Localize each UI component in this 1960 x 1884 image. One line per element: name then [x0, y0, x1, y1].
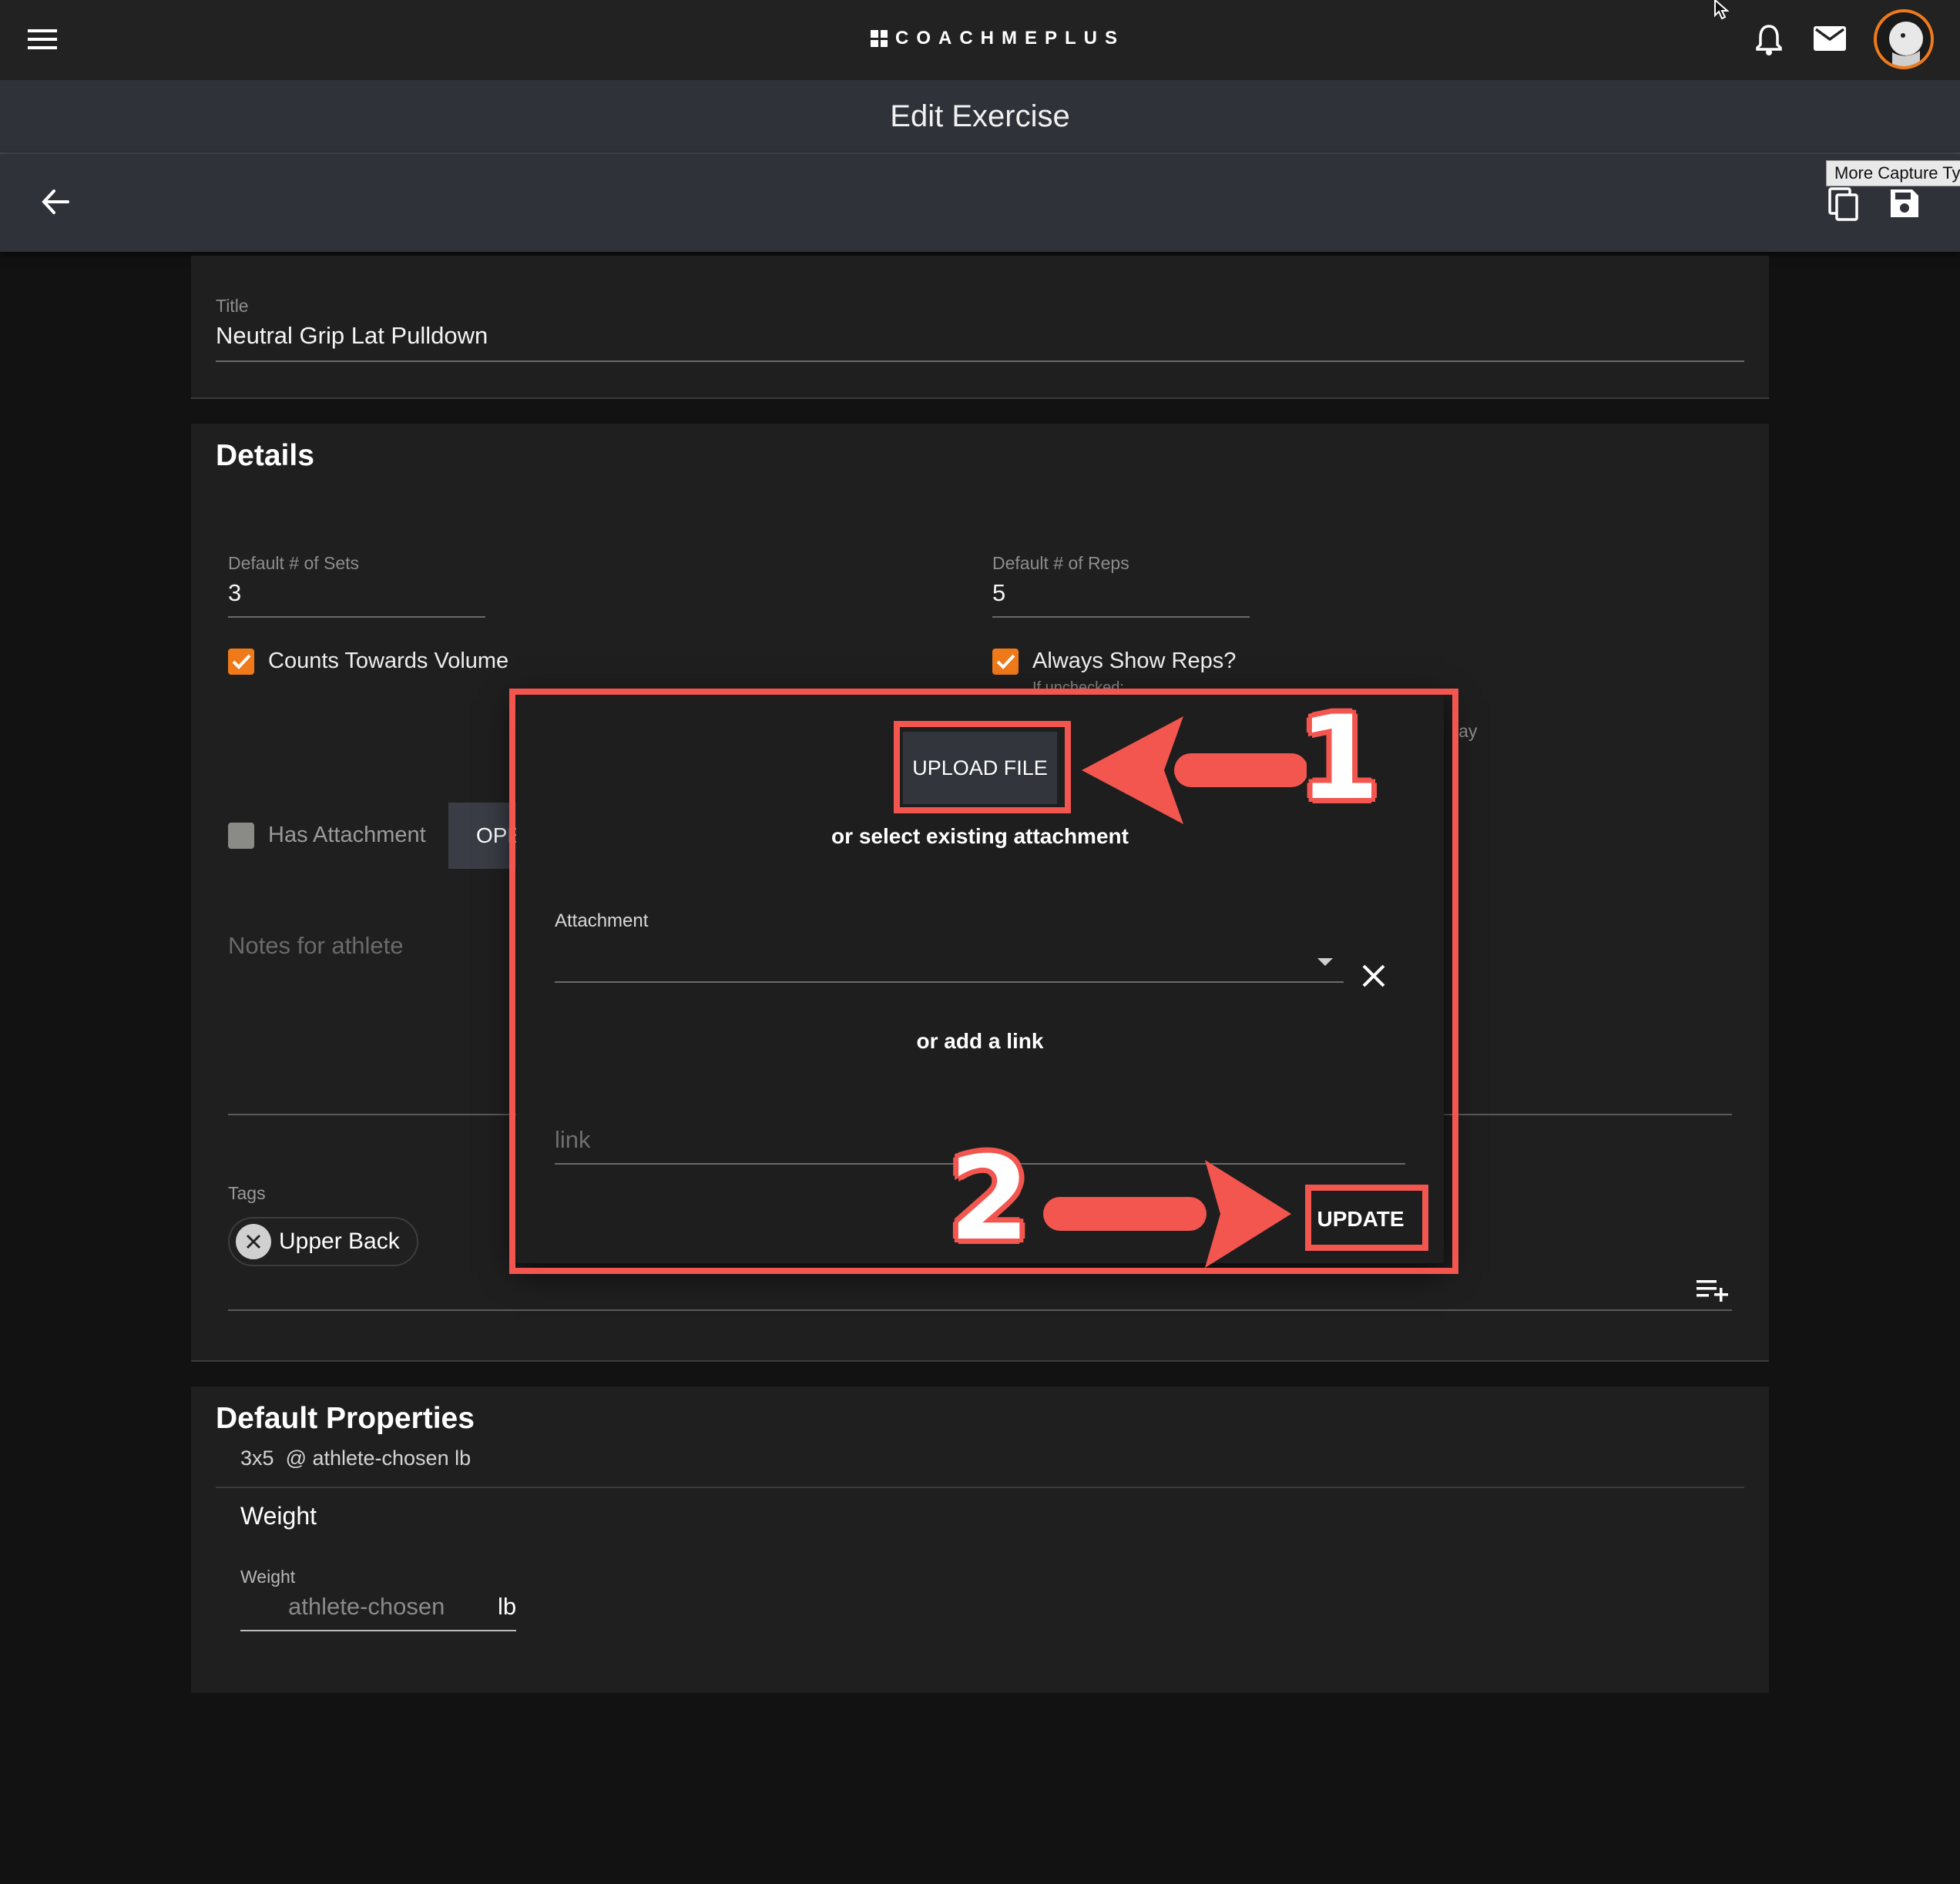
reps-input[interactable]: 5 [992, 579, 1250, 618]
title-input[interactable]: Neutral Grip Lat Pulldown [216, 322, 1744, 362]
title-label: Title [216, 296, 249, 316]
check-icon [232, 654, 251, 669]
summary-sets: 3x5 [240, 1447, 274, 1470]
always-show-reps-label: Always Show Reps? [1032, 649, 1237, 673]
copy-icon[interactable] [1827, 186, 1858, 226]
counts-volume-label: Counts Towards Volume [268, 649, 509, 673]
sets-label: Default # of Sets [228, 553, 360, 573]
default-properties-heading: Default Properties [216, 1402, 475, 1435]
app-bar: COACHMEPLUS [0, 0, 1960, 80]
default-properties-card: Default Properties 3x5 @ athlete-chosen … [191, 1386, 1769, 1693]
app-logo: COACHMEPLUS [871, 28, 1125, 49]
weight-input[interactable]: athlete-chosen lb [240, 1593, 516, 1631]
logo-mark-icon [871, 30, 888, 47]
mouse-cursor-icon [1712, 0, 1735, 24]
has-attachment-checkbox[interactable] [228, 823, 254, 849]
mail-icon[interactable] [1814, 26, 1846, 55]
annotation-arrow-2-icon [1043, 1160, 1291, 1268]
reps-label: Default # of Reps [992, 553, 1129, 573]
properties-summary: 3x5 @ athlete-chosen lb [240, 1447, 471, 1470]
properties-divider [216, 1487, 1744, 1488]
annotation-step-1: 1 [1299, 692, 1380, 826]
page-title: Edit Exercise [890, 99, 1070, 133]
avatar[interactable] [1874, 9, 1934, 69]
sets-input[interactable]: 3 [228, 579, 485, 618]
has-attachment-label: Has Attachment [268, 823, 426, 847]
tags-underline [228, 1309, 1732, 1311]
summary-weight: @ athlete-chosen lb [285, 1447, 472, 1470]
back-arrow-icon[interactable] [42, 188, 69, 220]
check-icon [996, 654, 1015, 669]
counts-volume-checkbox[interactable] [228, 649, 254, 675]
remove-tag-icon[interactable] [236, 1224, 271, 1259]
divider [191, 1360, 1769, 1362]
annotation-arrow-1-icon [1082, 716, 1307, 824]
toolbar [0, 154, 1960, 252]
weight-value: athlete-chosen [288, 1593, 445, 1620]
tags-label: Tags [228, 1183, 266, 1203]
always-show-reps-checkbox[interactable] [992, 649, 1019, 675]
annotation-step-2: 2 [949, 1132, 1030, 1266]
details-heading: Details [216, 439, 314, 472]
weight-unit: lb [498, 1593, 517, 1620]
tag-chip[interactable]: Upper Back [228, 1217, 418, 1266]
weight-label: Weight [240, 1567, 296, 1587]
bell-icon[interactable] [1755, 23, 1783, 59]
divider [191, 397, 1769, 399]
title-card: Title Neutral Grip Lat Pulldown [191, 256, 1769, 397]
capture-tooltip: More Capture Ty [1826, 160, 1960, 186]
annotation-update-frame [1305, 1185, 1428, 1251]
logo-text: COACHMEPLUS [895, 28, 1126, 49]
add-tag-icon[interactable] [1697, 1279, 1730, 1306]
save-icon[interactable] [1889, 188, 1920, 223]
tag-label: Upper Back [279, 1229, 400, 1254]
always-show-reps-hint: If unchecked: [1032, 679, 1124, 689]
annotation-upload-frame [894, 721, 1071, 813]
weight-heading: Weight [240, 1502, 317, 1530]
menu-icon[interactable] [28, 28, 57, 51]
